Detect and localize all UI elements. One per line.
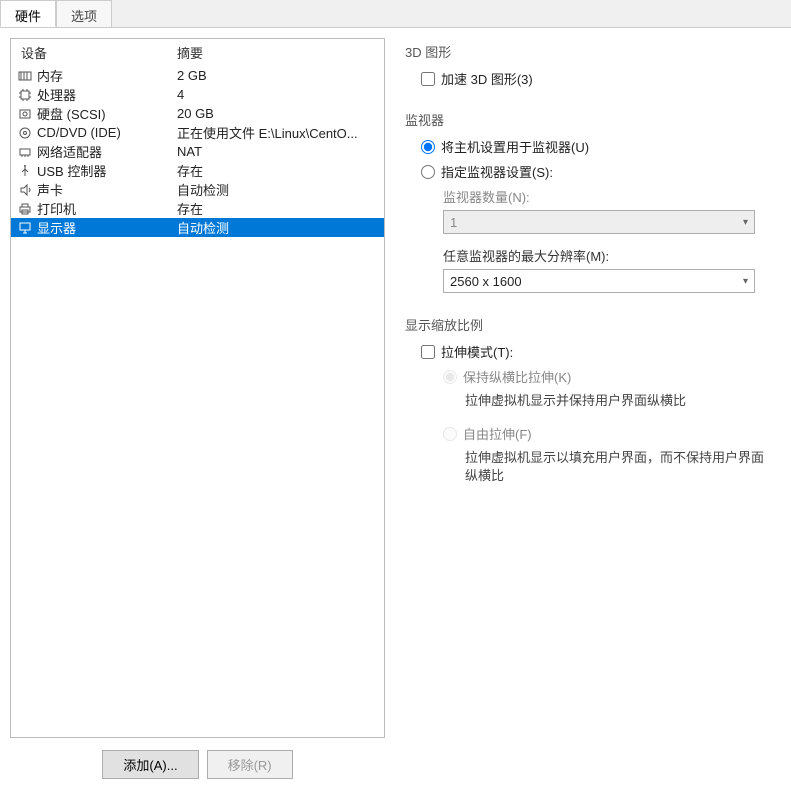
group-title-scaling: 显示缩放比例 xyxy=(405,315,773,334)
checkbox-input[interactable] xyxy=(421,345,435,359)
device-row-display[interactable]: 显示器 自动检测 xyxy=(11,218,384,237)
radio-use-host[interactable]: 将主机设置用于监视器(U) xyxy=(421,137,773,156)
radio-input[interactable] xyxy=(421,140,435,154)
group-3d-graphics: 3D 图形 加速 3D 图形(3) xyxy=(405,42,773,88)
device-name: 声卡 xyxy=(37,180,177,199)
device-summary: 存在 xyxy=(177,161,378,180)
device-summary: 自动检测 xyxy=(177,218,378,237)
radio-label: 保持纵横比拉伸(K) xyxy=(463,367,571,386)
checkbox-accelerate-3d[interactable]: 加速 3D 图形(3) xyxy=(421,69,773,88)
device-name: CD/DVD (IDE) xyxy=(37,125,177,140)
select-value: 2560 x 1600 xyxy=(450,274,522,289)
checkbox-input[interactable] xyxy=(421,72,435,86)
radio-specify-monitor[interactable]: 指定监视器设置(S): xyxy=(421,162,773,181)
group-title-monitor: 监视器 xyxy=(405,110,773,129)
desc-keep-aspect: 拉伸虚拟机显示并保持用户界面纵横比 xyxy=(465,392,773,410)
device-name: 处理器 xyxy=(37,85,177,104)
device-summary: NAT xyxy=(177,144,378,159)
device-row-memory[interactable]: 内存 2 GB xyxy=(11,66,384,85)
select-max-resolution[interactable]: 2560 x 1600 ▾ xyxy=(443,269,755,293)
sound-icon xyxy=(17,182,33,198)
network-icon xyxy=(17,144,33,160)
device-row-harddisk[interactable]: 硬盘 (SCSI) 20 GB xyxy=(11,104,384,123)
label-monitor-count: 监视器数量(N): xyxy=(443,187,773,206)
device-row-processor[interactable]: 处理器 4 xyxy=(11,85,384,104)
device-summary: 存在 xyxy=(177,199,378,218)
usb-icon xyxy=(17,163,33,179)
printer-icon xyxy=(17,201,33,217)
add-button[interactable]: 添加(A)... xyxy=(102,750,198,779)
device-row-printer[interactable]: 打印机 存在 xyxy=(11,199,384,218)
checkbox-stretch-mode[interactable]: 拉伸模式(T): xyxy=(421,342,773,361)
disc-icon xyxy=(17,125,33,141)
device-row-sound[interactable]: 声卡 自动检测 xyxy=(11,180,384,199)
device-list: 设备 摘要 内存 2 GB 处理器 4 xyxy=(10,38,385,738)
device-row-usb[interactable]: USB 控制器 存在 xyxy=(11,161,384,180)
radio-label: 将主机设置用于监视器(U) xyxy=(441,137,589,156)
radio-keep-aspect: 保持纵横比拉伸(K) xyxy=(443,367,773,386)
chevron-down-icon: ▾ xyxy=(743,276,748,287)
display-icon xyxy=(17,220,33,236)
device-summary: 自动检测 xyxy=(177,180,378,199)
memory-icon xyxy=(17,68,33,84)
group-monitor: 监视器 将主机设置用于监视器(U) 指定监视器设置(S): 监视器数量(N): … xyxy=(405,110,773,293)
device-name: 显示器 xyxy=(37,218,177,237)
desc-free-stretch: 拉伸虚拟机显示以填充用户界面，而不保持用户界面纵横比 xyxy=(465,449,773,485)
device-name: USB 控制器 xyxy=(37,161,177,180)
harddisk-icon xyxy=(17,106,33,122)
radio-free-stretch: 自由拉伸(F) xyxy=(443,424,773,443)
tab-options[interactable]: 选项 xyxy=(56,0,112,27)
column-header-summary: 摘要 xyxy=(177,43,378,62)
cpu-icon xyxy=(17,87,33,103)
radio-input[interactable] xyxy=(421,165,435,179)
checkbox-label: 拉伸模式(T): xyxy=(441,342,513,361)
device-summary: 4 xyxy=(177,87,378,102)
select-value: 1 xyxy=(450,215,457,230)
device-name: 网络适配器 xyxy=(37,142,177,161)
radio-label: 自由拉伸(F) xyxy=(463,424,532,443)
tab-hardware[interactable]: 硬件 xyxy=(0,0,56,27)
tabs-bar: 硬件 选项 xyxy=(0,0,791,28)
device-summary: 20 GB xyxy=(177,106,378,121)
device-summary: 正在使用文件 E:\Linux\CentO... xyxy=(177,123,378,142)
device-name: 硬盘 (SCSI) xyxy=(37,104,177,123)
label-max-resolution: 任意监视器的最大分辨率(M): xyxy=(443,246,773,265)
chevron-down-icon: ▾ xyxy=(743,217,748,228)
device-name: 内存 xyxy=(37,66,177,85)
group-title-3d: 3D 图形 xyxy=(405,42,773,61)
radio-label: 指定监视器设置(S): xyxy=(441,162,553,181)
radio-input xyxy=(443,427,457,441)
group-display-scaling: 显示缩放比例 拉伸模式(T): 保持纵横比拉伸(K) 拉伸虚拟机显示并保持用户界… xyxy=(405,315,773,486)
checkbox-label: 加速 3D 图形(3) xyxy=(441,69,533,88)
device-summary: 2 GB xyxy=(177,68,378,83)
select-monitor-count: 1 ▾ xyxy=(443,210,755,234)
column-header-device: 设备 xyxy=(17,43,177,62)
remove-button: 移除(R) xyxy=(207,750,293,779)
device-row-network[interactable]: 网络适配器 NAT xyxy=(11,142,384,161)
device-row-cddvd[interactable]: CD/DVD (IDE) 正在使用文件 E:\Linux\CentO... xyxy=(11,123,384,142)
device-name: 打印机 xyxy=(37,199,177,218)
radio-input xyxy=(443,370,457,384)
